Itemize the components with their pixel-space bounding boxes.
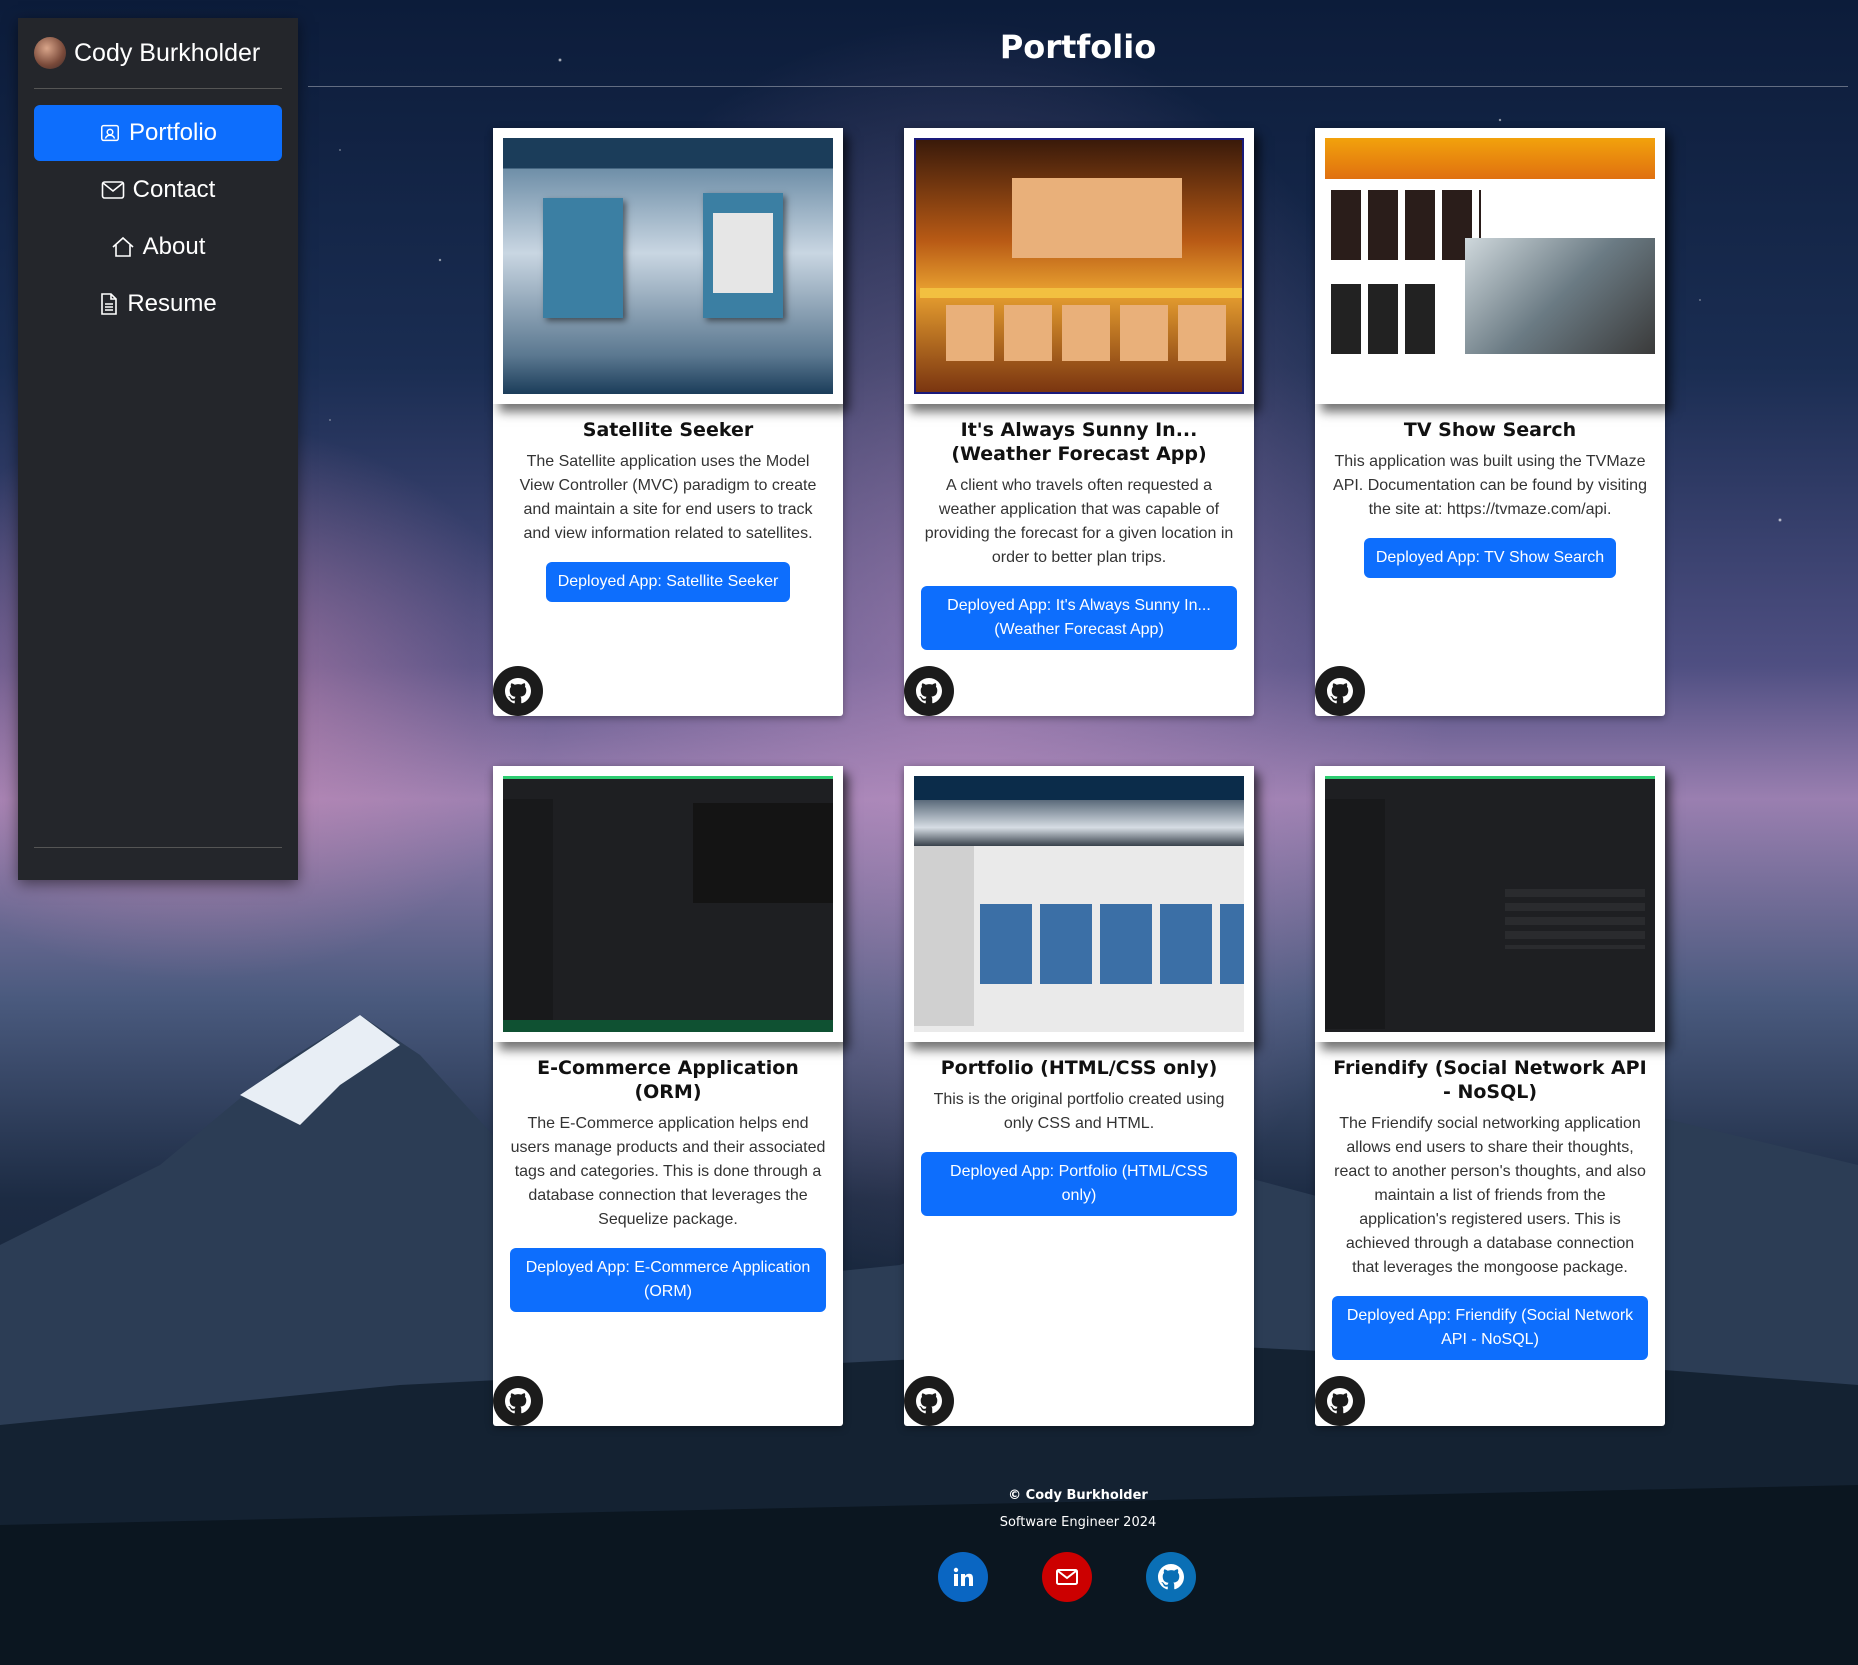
linkedin-icon[interactable]	[938, 1552, 988, 1602]
project-title: TV Show Search	[1403, 419, 1577, 441]
github-icon[interactable]	[904, 1376, 954, 1426]
page-title: Portfolio	[999, 28, 1157, 66]
project-screenshot[interactable]	[1315, 766, 1665, 1042]
document-icon	[101, 293, 118, 315]
project-description: This application was built using the TVM…	[1333, 453, 1647, 518]
deployed-app-button[interactable]: Deployed App: E-Commerce Application (OR…	[510, 1248, 826, 1312]
deployed-app-button[interactable]: Deployed App: Friendify (Social Network …	[1332, 1296, 1648, 1360]
house-icon	[112, 236, 134, 257]
project-title: E-Commerce Application (ORM)	[537, 1057, 799, 1103]
project-card: TV Show Search This application was buil…	[1315, 128, 1665, 716]
footer: © Cody Burkholder Software Engineer 2024	[308, 1488, 1848, 1530]
deployed-app-button[interactable]: Deployed App: TV Show Search	[1363, 538, 1617, 578]
github-icon[interactable]	[1315, 666, 1365, 716]
github-icon[interactable]	[1315, 1376, 1365, 1426]
sidebar-item-resume[interactable]: Resume	[34, 276, 282, 332]
project-card: It's Always Sunny In...(Weather Forecast…	[904, 128, 1254, 716]
project-title: Portfolio (HTML/CSS only)	[940, 1057, 1218, 1079]
divider	[34, 847, 282, 848]
sidebar-item-label: Portfolio	[128, 119, 218, 146]
project-card: Portfolio (HTML/CSS only) This is the or…	[904, 766, 1254, 1426]
github-icon[interactable]	[493, 1376, 543, 1426]
envelope-icon	[101, 181, 124, 199]
deployed-app-button[interactable]: Deployed App: It's Always Sunny In... (W…	[921, 586, 1237, 650]
project-description: The Friendify social networking applicat…	[1334, 1115, 1646, 1276]
project-title: It's Always Sunny In...(Weather Forecast…	[951, 419, 1207, 465]
footer-copyright: © Cody Burkholder	[1008, 1488, 1148, 1503]
project-screenshot[interactable]	[493, 128, 843, 404]
project-card: E-Commerce Application (ORM) The E-Comme…	[493, 766, 843, 1426]
sidebar-item-label: Resume	[127, 290, 217, 317]
avatar	[34, 37, 66, 69]
project-description: This is the original portfolio created u…	[933, 1091, 1225, 1132]
email-icon[interactable]	[1042, 1552, 1092, 1602]
brand-name: Cody Burkholder	[74, 38, 261, 67]
project-title: Satellite Seeker	[582, 419, 754, 441]
project-screenshot[interactable]	[904, 766, 1254, 1042]
github-icon[interactable]	[1146, 1552, 1196, 1602]
project-card: Friendify (Social Network API - NoSQL) T…	[1315, 766, 1665, 1426]
deployed-app-button[interactable]: Deployed App: Satellite Seeker	[545, 562, 791, 602]
project-title: Friendify (Social Network API - NoSQL)	[1333, 1057, 1647, 1103]
sidebar-item-label: Contact	[132, 176, 216, 203]
project-screenshot[interactable]	[1315, 128, 1665, 404]
project-screenshot[interactable]	[493, 766, 843, 1042]
github-icon[interactable]	[493, 666, 543, 716]
brand[interactable]: Cody Burkholder	[18, 18, 298, 88]
deployed-app-button[interactable]: Deployed App: Portfolio (HTML/CSS only)	[921, 1152, 1237, 1216]
footer-subtitle: Software Engineer 2024	[999, 1515, 1157, 1530]
project-card: Satellite Seeker The Satellite applicati…	[493, 128, 843, 716]
sidebar-item-portfolio[interactable]: Portfolio	[34, 105, 282, 161]
divider	[308, 86, 1848, 87]
project-description: A client who travels often requested a w…	[924, 477, 1234, 566]
sidebar-item-about[interactable]: About	[34, 219, 282, 275]
project-screenshot[interactable]	[904, 128, 1254, 404]
sidebar-item-contact[interactable]: Contact	[34, 162, 282, 218]
sidebar-item-label: About	[142, 233, 206, 260]
sidebar: Cody Burkholder Portfolio Contact About …	[18, 18, 298, 880]
portfolio-icon	[100, 124, 119, 142]
project-description: The Satellite application uses the Model…	[519, 453, 817, 542]
social-links	[938, 1552, 1196, 1602]
project-description: The E-Commerce application helps end use…	[510, 1115, 826, 1228]
github-icon[interactable]	[904, 666, 954, 716]
sidebar-nav: Portfolio Contact About Resume	[18, 89, 298, 349]
